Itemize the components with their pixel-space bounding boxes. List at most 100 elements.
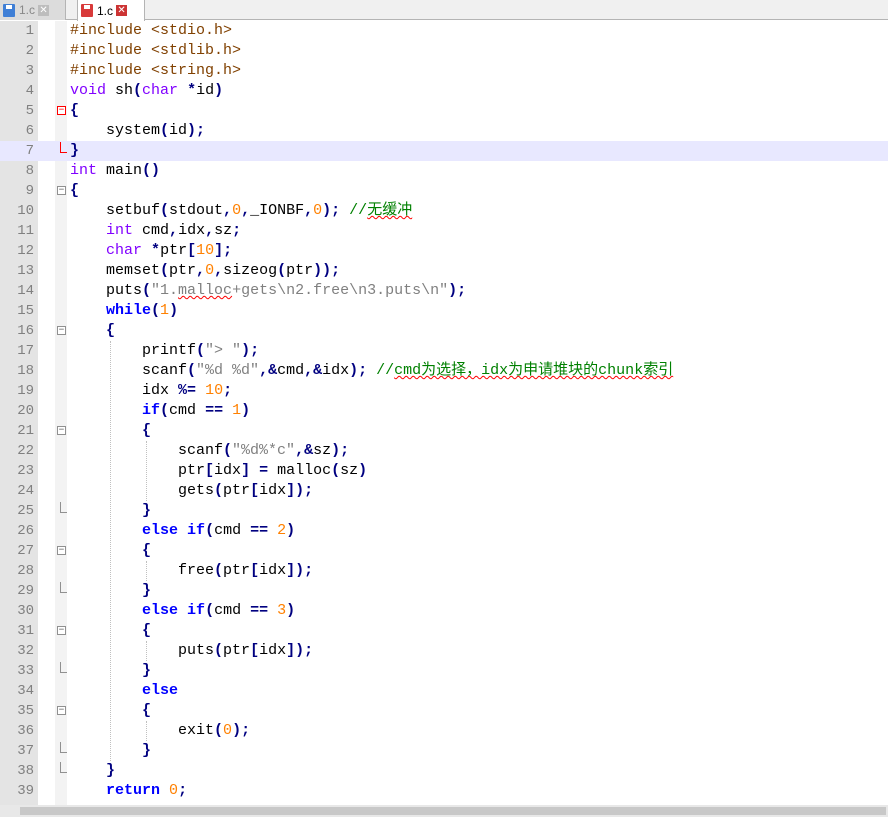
code-token: );: [322, 202, 341, 219]
code-token: sz: [214, 222, 233, 239]
code-token: ;: [178, 782, 188, 799]
line-number: 37: [17, 743, 34, 759]
code-text: puts(ptr[idx]);: [70, 641, 313, 661]
code-line[interactable]: 25 }: [0, 501, 888, 521]
code-token: ,: [169, 222, 179, 239]
line-number: 9: [25, 183, 34, 199]
code-line[interactable]: 9{: [0, 181, 888, 201]
code-token: (: [214, 722, 224, 739]
code-line[interactable]: 35 {: [0, 701, 888, 721]
code-line[interactable]: 37 }: [0, 741, 888, 761]
tab-file-1[interactable]: 1.c ✕: [0, 0, 66, 20]
line-number: 8: [25, 163, 34, 179]
code-token: char: [142, 82, 179, 99]
fold-toggle-icon[interactable]: −: [57, 426, 66, 435]
line-number: 30: [17, 603, 34, 619]
code-line[interactable]: 23 ptr[idx] = malloc(sz): [0, 461, 888, 481]
code-token: =: [259, 462, 269, 479]
code-line[interactable]: 19 idx %= 10;: [0, 381, 888, 401]
close-icon[interactable]: ✕: [38, 4, 50, 16]
fold-toggle-icon[interactable]: −: [57, 546, 66, 555]
code-token: (: [160, 402, 170, 419]
code-line[interactable]: 39 return 0;: [0, 781, 888, 801]
code-token: malloc: [178, 282, 233, 299]
code-line[interactable]: 2 #include <stdlib.h>: [0, 41, 888, 61]
code-line[interactable]: 31 {: [0, 621, 888, 641]
code-line[interactable]: 18 scanf("%d %d",&cmd,&idx); //cmd为选择，id…: [0, 361, 888, 381]
code-token: );: [232, 722, 251, 739]
code-token: else: [142, 602, 179, 619]
code-line[interactable]: 17 printf("> ");: [0, 341, 888, 361]
code-text: }: [70, 761, 115, 781]
code-token: id: [196, 82, 215, 99]
code-text: system(id);: [70, 121, 205, 141]
code-line[interactable]: 6 system(id);: [0, 121, 888, 141]
code-line[interactable]: 4 void sh(char *id): [0, 81, 888, 101]
code-line[interactable]: 1 #include <stdio.h>: [0, 21, 888, 41]
code-line[interactable]: 30 else if(cmd == 3): [0, 601, 888, 621]
code-line[interactable]: 7}: [0, 141, 888, 161]
code-line[interactable]: 22 scanf("%d%*c",&sz);: [0, 441, 888, 461]
code-line[interactable]: 34 else: [0, 681, 888, 701]
code-line[interactable]: 36 exit(0);: [0, 721, 888, 741]
code-line[interactable]: 5{: [0, 101, 888, 121]
code-token: {: [106, 322, 116, 339]
code-token: #include <stdio.h>: [70, 22, 233, 39]
code-line[interactable]: 32 puts(ptr[idx]);: [0, 641, 888, 661]
code-token: ==: [250, 522, 269, 539]
code-token: idx: [259, 562, 287, 579]
fold-toggle-icon[interactable]: −: [57, 106, 66, 115]
line-number: 3: [25, 63, 34, 79]
code-token: (: [160, 262, 170, 279]
fold-toggle-icon[interactable]: −: [57, 326, 66, 335]
code-line[interactable]: 24 gets(ptr[idx]);: [0, 481, 888, 501]
code-line[interactable]: 11 int cmd,idx,sz;: [0, 221, 888, 241]
code-line[interactable]: 3 #include <string.h>: [0, 61, 888, 81]
code-line[interactable]: 21 {: [0, 421, 888, 441]
code-line[interactable]: 13 memset(ptr,0,sizeog(ptr));: [0, 261, 888, 281]
code-text: char *ptr[10];: [70, 241, 232, 261]
horizontal-scrollbar[interactable]: [0, 805, 888, 817]
code-line[interactable]: 20 if(cmd == 1): [0, 401, 888, 421]
fold-end-marker: [60, 762, 67, 773]
code-line[interactable]: 26 else if(cmd == 2): [0, 521, 888, 541]
code-token: ==: [250, 602, 269, 619]
line-number: 34: [17, 683, 34, 699]
code-token: {: [142, 622, 152, 639]
code-text: free(ptr[idx]);: [70, 561, 313, 581]
code-line[interactable]: 28 free(ptr[idx]);: [0, 561, 888, 581]
code-text: memset(ptr,0,sizeog(ptr));: [70, 261, 340, 281]
code-text: idx %= 10;: [70, 381, 232, 401]
close-icon[interactable]: ✕: [116, 5, 128, 16]
code-line[interactable]: 8 int main(): [0, 161, 888, 181]
code-token: gets: [70, 482, 215, 499]
code-line[interactable]: 27 {: [0, 541, 888, 561]
code-token: scanf: [70, 362, 188, 379]
code-line[interactable]: 12 char *ptr[10];: [0, 241, 888, 261]
fold-toggle-icon[interactable]: −: [57, 706, 66, 715]
tab-file-2-active[interactable]: 1.c ✕: [77, 0, 145, 21]
code-line[interactable]: 33 }: [0, 661, 888, 681]
code-token: }: [142, 742, 152, 759]
code-token: 2: [277, 522, 287, 539]
code-token: {: [70, 182, 80, 199]
fold-toggle-icon[interactable]: −: [57, 626, 66, 635]
scrollbar-thumb[interactable]: [20, 807, 886, 815]
code-line[interactable]: 29 }: [0, 581, 888, 601]
code-token: ]: [241, 462, 251, 479]
code-line[interactable]: 38 }: [0, 761, 888, 781]
code-token: 无缓冲: [367, 202, 413, 219]
line-number: 27: [17, 543, 34, 559]
code-token: idx: [70, 382, 179, 399]
code-line[interactable]: 10 setbuf(stdout,0,_IONBF,0); //无缓冲: [0, 201, 888, 221]
fold-toggle-icon[interactable]: −: [57, 186, 66, 195]
code-line[interactable]: 15 while(1): [0, 301, 888, 321]
code-line[interactable]: 16 {: [0, 321, 888, 341]
code-line[interactable]: 14 puts("1.malloc+gets\n2.free\n3.puts\n…: [0, 281, 888, 301]
